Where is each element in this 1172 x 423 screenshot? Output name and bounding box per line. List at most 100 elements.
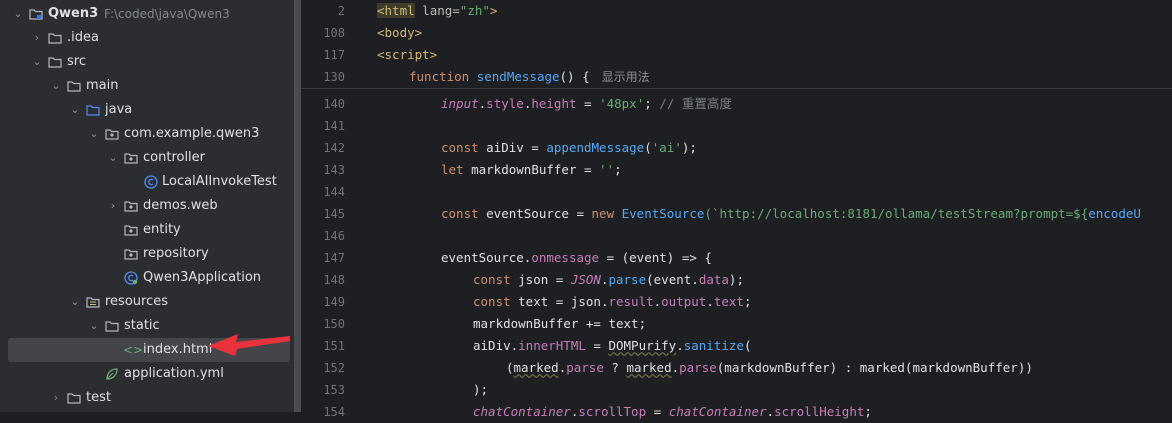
package-icon [124, 249, 138, 260]
line-number: 148 [323, 273, 345, 287]
line-number: 144 [323, 185, 345, 199]
code-line: const aiDiv = appendMessage('ai'); [441, 140, 697, 155]
folder-icon [67, 81, 81, 92]
line-number: 108 [323, 26, 345, 40]
line-number: 2 [337, 4, 345, 18]
chevron-down-icon[interactable]: ⌄ [87, 314, 101, 338]
line-number: 140 [323, 97, 345, 111]
line-number: 141 [323, 119, 345, 133]
chevron-down-icon[interactable]: ⌄ [30, 50, 44, 74]
spring-config-file-icon [106, 368, 118, 380]
package-icon [124, 201, 138, 212]
tree-item-repository[interactable]: repository [0, 242, 294, 266]
usage-hint[interactable]: 显示用法 [602, 70, 650, 84]
class-icon [144, 175, 158, 189]
line-number: 143 [323, 163, 345, 177]
line-number: 142 [323, 141, 345, 155]
code-line: ); [473, 382, 489, 397]
line-number: 147 [323, 251, 345, 265]
folder-icon [67, 393, 81, 404]
chevron-down-icon[interactable]: ⌄ [11, 2, 25, 26]
tree-item-label: LocalAIInvokeTest [162, 174, 277, 189]
chevron-right-icon[interactable]: › [49, 386, 63, 410]
tree-item-test[interactable]: › test [0, 386, 294, 410]
line-number: 153 [323, 383, 345, 397]
line-number: 154 [323, 405, 345, 419]
tree-item-label: entity [143, 222, 181, 237]
tree-item-application-yml[interactable]: application.yml [0, 362, 294, 386]
tree-item-idea[interactable]: › .idea [0, 26, 294, 50]
tree-item-label: java [105, 102, 133, 117]
module-folder-icon [29, 9, 43, 20]
chevron-down-icon[interactable]: ⌄ [87, 122, 101, 146]
line-number: 152 [323, 361, 345, 375]
tree-item-resources[interactable]: ⌄ resources [0, 290, 294, 314]
root-label: Qwen3 [48, 6, 99, 21]
folder-icon [48, 33, 62, 44]
tree-item-label: resources [105, 294, 169, 309]
code-line: input.style.height = '48px'; // 重置高度 [441, 96, 732, 111]
sticky-line[interactable]: <body> [377, 22, 422, 44]
sticky-scroll-header[interactable]: 2 <html lang="zh"> 108 <body> 117 <scrip… [301, 0, 1172, 89]
package-icon [124, 153, 138, 164]
chevron-down-icon[interactable]: ⌄ [49, 74, 63, 98]
line-number: 130 [323, 70, 345, 84]
tree-item-label: application.yml [124, 366, 224, 381]
code-line: (marked.parse ? marked.parse(markdownBuf… [506, 360, 1033, 375]
chevron-down-icon[interactable]: ⌄ [68, 98, 82, 122]
tree-item-label: demos.web [143, 198, 218, 213]
tree-item-package[interactable]: ⌄ com.example.qwen3 [0, 122, 294, 146]
folder-icon [48, 57, 62, 68]
tree-row-root[interactable]: ⌄ Qwen3 F:\coded\java\Qwen3 [0, 2, 294, 26]
tree-item-label: .idea [67, 30, 99, 45]
tree-item-label: static [124, 318, 160, 333]
tree-item-main[interactable]: ⌄ main [0, 74, 294, 98]
line-number: 146 [323, 229, 345, 243]
code-line: eventSource.onmessage = (event) => { [441, 250, 712, 265]
project-tree: ⌄ Qwen3 F:\coded\java\Qwen3 › .idea ⌄ sr… [0, 0, 294, 412]
tree-item-label: repository [143, 246, 209, 261]
sticky-line[interactable]: <script> [377, 44, 437, 66]
code-line: const json = JSON.parse(event.data); [473, 272, 744, 287]
chevron-down-icon[interactable]: ⌄ [68, 290, 82, 314]
tree-item-label: index.html [143, 342, 213, 357]
tree-item-localaiinvoketest[interactable]: LocalAIInvokeTest [0, 170, 294, 194]
sticky-line[interactable]: function sendMessage() {显示用法 [409, 66, 650, 88]
line-number: 117 [323, 48, 345, 62]
tree-item-label: Qwen3Application [143, 270, 262, 285]
line-number: 149 [323, 295, 345, 309]
root-path: F:\coded\java\Qwen3 [104, 7, 230, 21]
tree-item-demos-web[interactable]: › demos.web [0, 194, 294, 218]
line-number: 145 [323, 207, 345, 221]
folder-icon [105, 321, 119, 332]
tree-item-label: main [86, 78, 119, 93]
code-line: let markdownBuffer = ''; [441, 162, 622, 177]
red-arrow-annotation [208, 334, 290, 356]
chevron-right-icon[interactable]: › [30, 26, 44, 50]
sidebar-scrollbar[interactable] [294, 0, 301, 412]
tree-item-entity[interactable]: entity [0, 218, 294, 242]
tree-item-qwen3application[interactable]: Qwen3Application [0, 266, 294, 290]
code-line: markdownBuffer += text; [473, 316, 647, 331]
package-icon [105, 129, 119, 140]
tree-item-java[interactable]: ⌄ java [0, 98, 294, 122]
line-number: 150 [323, 317, 345, 331]
sticky-line[interactable]: <html lang="zh"> [377, 0, 497, 22]
tree-item-label: com.example.qwen3 [124, 126, 260, 141]
code-line: aiDiv.innerHTML = DOMPurify.sanitize( [473, 338, 752, 353]
package-icon [124, 225, 138, 236]
tree-item-label: src [67, 54, 86, 69]
tree-item-controller[interactable]: ⌄ controller [0, 146, 294, 170]
resources-folder-icon [86, 297, 100, 308]
html-file-icon: <> [123, 343, 144, 357]
code-line: const eventSource = new EventSource(`htt… [441, 206, 1141, 221]
chevron-down-icon[interactable]: ⌄ [106, 146, 120, 170]
tree-item-label: test [86, 390, 111, 405]
source-folder-icon [86, 105, 100, 116]
code-editor[interactable]: 140 input.style.height = '48px'; // 重置高度… [301, 0, 1172, 419]
code-line: chatContainer.scrollTop = chatContainer.… [473, 404, 872, 419]
code-line: const text = json.result.output.text; [473, 294, 752, 309]
chevron-right-icon[interactable]: › [106, 194, 120, 218]
line-number: 151 [323, 339, 345, 353]
tree-item-src[interactable]: ⌄ src [0, 50, 294, 74]
